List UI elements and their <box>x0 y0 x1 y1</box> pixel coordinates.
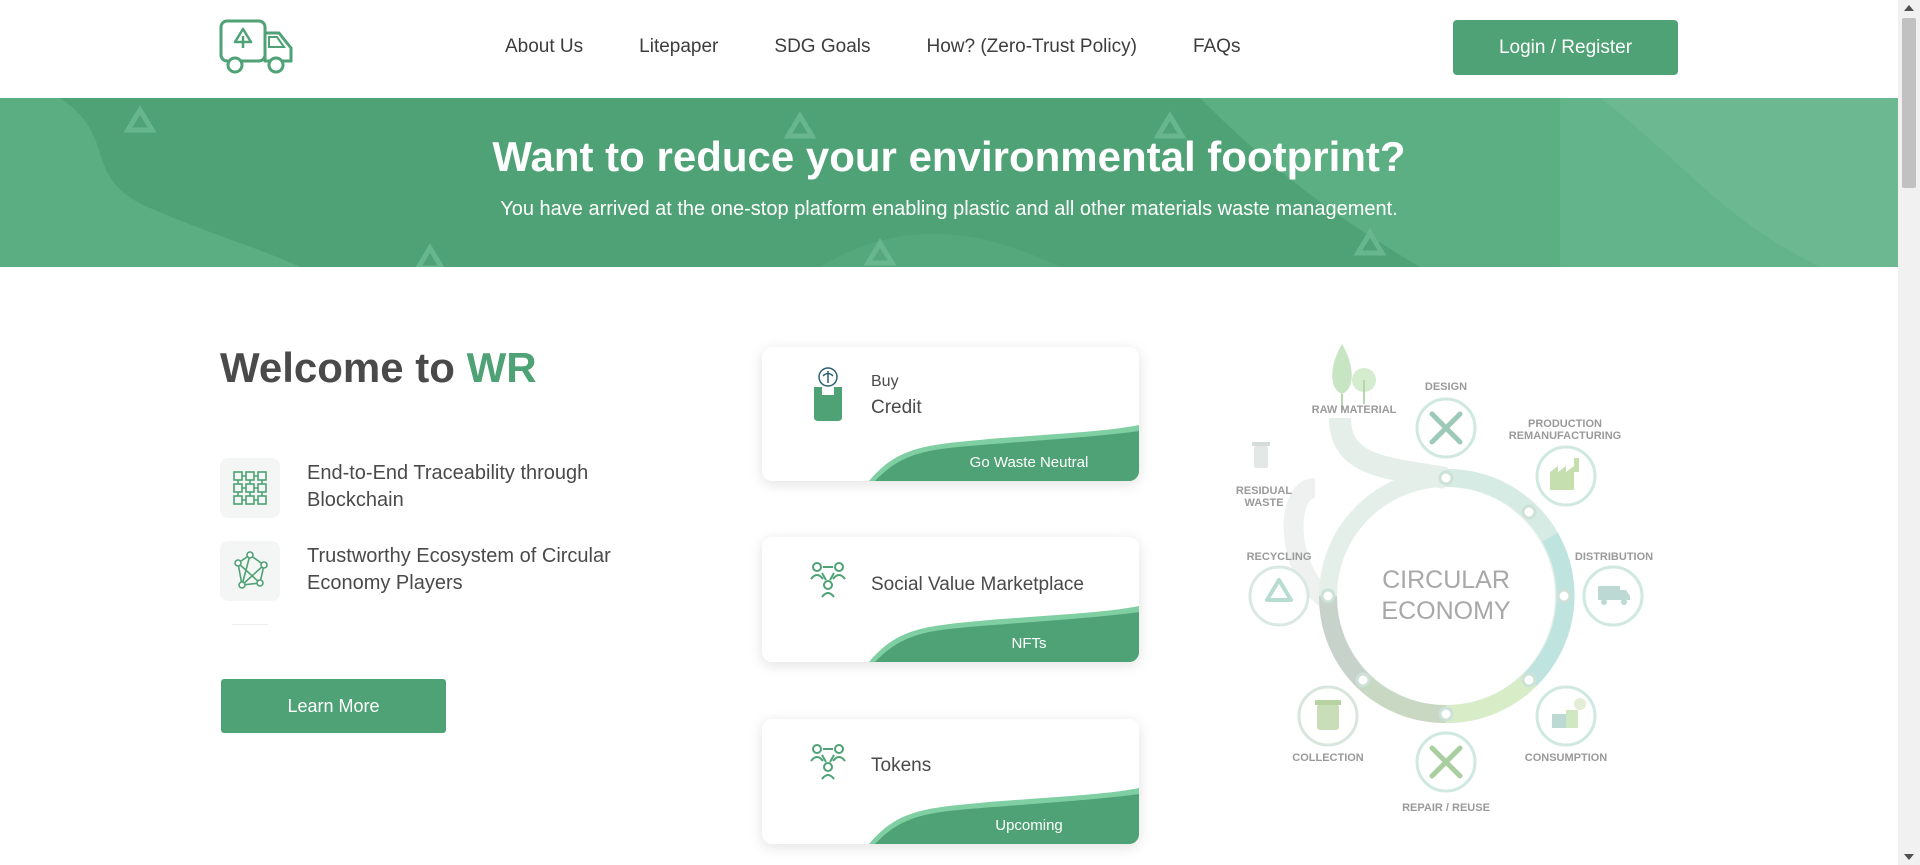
network-icon <box>220 541 280 601</box>
feature-traceability-text: End-to-End Traceability through Blockcha… <box>307 462 589 511</box>
vertical-scrollbar[interactable] <box>1898 0 1920 865</box>
repair-reuse-label: REPAIR / REUSE <box>1402 802 1490 814</box>
welcome-heading-accent: WR <box>466 344 537 391</box>
banner-wave-pattern <box>0 98 1898 267</box>
login-register-button[interactable]: Login / Register <box>1453 20 1678 75</box>
feature-ecosystem: Trustworthy Ecosystem of Circular Econom… <box>220 541 680 603</box>
nav-litepaper[interactable]: Litepaper <box>639 34 718 64</box>
banner-subtitle: You have arrived at the one-stop platfor… <box>500 198 1398 220</box>
circular-center-line1: CIRCULAR <box>1382 566 1510 594</box>
recycle-icon <box>1248 565 1310 627</box>
go-waste-neutral-tag[interactable]: Go Waste Neutral <box>909 443 1139 481</box>
blockchain-grid-icon <box>220 458 280 518</box>
recycling-label: RECYCLING <box>1247 551 1312 563</box>
recycle-bin-icon <box>1297 685 1359 747</box>
scroll-thumb[interactable] <box>1902 18 1916 188</box>
production-label-1: PRODUCTION <box>1528 418 1602 430</box>
buy-credit-small-label: Buy <box>871 373 899 390</box>
main-nav: About Us Litepaper SDG Goals How? (Zero-… <box>505 34 1296 64</box>
raw-material-label: RAW MATERIAL <box>1312 404 1397 416</box>
people-network-icon <box>810 744 846 780</box>
page: About Us Litepaper SDG Goals How? (Zero-… <box>0 0 1898 865</box>
collection-label: COLLECTION <box>1292 752 1364 764</box>
feature-divider <box>232 624 268 625</box>
consumption-label: CONSUMPTION <box>1525 752 1608 764</box>
design-tools-icon <box>1415 397 1477 459</box>
residual-waste-label-1: RESIDUAL <box>1236 485 1293 497</box>
learn-more-button[interactable]: Learn More <box>221 679 446 733</box>
welcome-heading-prefix: Welcome to <box>220 344 467 391</box>
nav-sdg-goals[interactable]: SDG Goals <box>774 34 870 64</box>
distribution-label: DISTRIBUTION <box>1575 551 1653 563</box>
truck-icon <box>1582 565 1644 627</box>
tokens-label: Tokens <box>871 755 932 776</box>
social-value-marketplace-label: Social Value Marketplace <box>871 574 1084 595</box>
trash-can-icon <box>1252 442 1270 468</box>
nav-about-us[interactable]: About Us <box>505 34 583 64</box>
upcoming-tag[interactable]: Upcoming <box>909 806 1139 844</box>
scroll-up-arrow-icon[interactable] <box>1904 5 1914 11</box>
site-header: About Us Litepaper SDG Goals How? (Zero-… <box>0 0 1898 98</box>
social-value-marketplace-card[interactable]: Social Value Marketplace NFTs <box>762 537 1139 662</box>
credit-bag-icon <box>814 367 842 421</box>
nfts-tag[interactable]: NFTs <box>909 624 1139 662</box>
tree-icon <box>1332 344 1376 410</box>
banner-title: Want to reduce your environmental footpr… <box>492 133 1406 180</box>
recycling-truck-logo[interactable] <box>219 18 295 76</box>
buy-credit-label: Credit <box>871 397 922 418</box>
scroll-down-arrow-icon[interactable] <box>1904 854 1914 860</box>
residual-waste-label-2: WASTE <box>1244 497 1283 509</box>
feature-ecosystem-text: Trustworthy Ecosystem of Circular Econom… <box>307 545 611 594</box>
production-label-2: REMANUFACTURING <box>1509 430 1621 442</box>
design-label: DESIGN <box>1425 381 1467 393</box>
factory-icon <box>1535 445 1597 507</box>
tokens-card[interactable]: Tokens Upcoming <box>762 719 1139 844</box>
nav-faqs[interactable]: FAQs <box>1193 34 1241 64</box>
shopping-icon <box>1535 685 1597 747</box>
people-network-icon <box>810 562 846 598</box>
welcome-heading: Welcome to WR <box>220 344 537 392</box>
repair-tools-icon <box>1415 731 1477 793</box>
circular-economy-diagram: CIRCULAR ECONOMY RAW MATERIAL DESIGN PRO… <box>1236 344 1653 814</box>
circular-center-line2: ECONOMY <box>1381 597 1511 625</box>
feature-traceability: End-to-End Traceability through Blockcha… <box>220 458 680 520</box>
nav-zero-trust-policy[interactable]: How? (Zero-Trust Policy) <box>926 34 1136 64</box>
buy-credit-card[interactable]: Buy Credit Go Waste Neutral <box>762 347 1139 481</box>
hero-banner: Want to reduce your environmental footpr… <box>0 98 1898 267</box>
